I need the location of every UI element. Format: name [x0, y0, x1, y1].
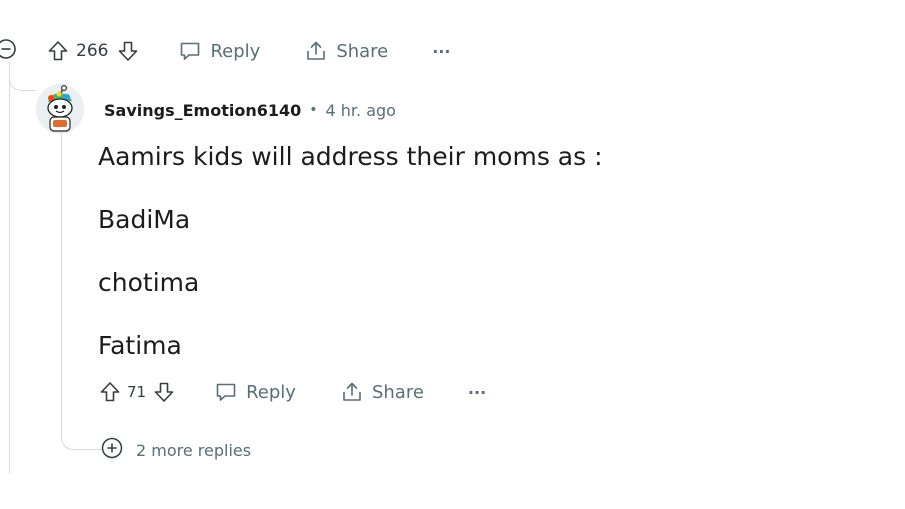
- parent-more-button[interactable]: ···: [432, 42, 450, 61]
- more-replies-button[interactable]: 2 more replies: [100, 436, 251, 464]
- parent-share-button[interactable]: Share: [304, 39, 388, 63]
- comment-score: 71: [127, 383, 147, 401]
- comment-line: chotima: [98, 268, 200, 297]
- meta-separator: •: [309, 102, 318, 118]
- parent-action-bar: 266 Reply Share ···: [46, 37, 451, 65]
- downvote-arrow-icon[interactable]: [152, 380, 176, 404]
- comment-vote-group: 71: [98, 380, 176, 404]
- downvote-arrow-icon[interactable]: [116, 39, 140, 63]
- parent-vote-group: 266: [46, 39, 140, 63]
- expand-plus-icon: [100, 436, 124, 464]
- speech-bubble-icon: [214, 380, 238, 404]
- comment-share-label: Share: [371, 381, 424, 403]
- comment-more-button[interactable]: ···: [468, 383, 486, 402]
- comment-line: Aamirs kids will address their moms as :: [98, 142, 603, 171]
- comment-reply-label: Reply: [246, 381, 296, 403]
- share-upload-icon: [304, 39, 328, 63]
- comment-line: BadiMa: [98, 205, 191, 234]
- thread-connector: [9, 70, 36, 91]
- parent-reply-label: Reply: [210, 40, 261, 62]
- upvote-arrow-icon[interactable]: [46, 39, 70, 63]
- comment-body: Aamirs kids will address their moms as :…: [98, 142, 603, 394]
- collapse-minus-icon[interactable]: [0, 37, 18, 65]
- author-username[interactable]: Savings_Emotion6140: [104, 101, 301, 120]
- comment-header: Savings_Emotion6140 • 4 hr. ago: [104, 98, 396, 122]
- parent-thread-line[interactable]: [9, 62, 10, 474]
- parent-reply-button[interactable]: Reply: [178, 39, 260, 63]
- upvote-arrow-icon[interactable]: [98, 380, 122, 404]
- comment-thread-line[interactable]: [61, 134, 62, 434]
- more-replies-connector: [61, 430, 102, 450]
- speech-bubble-icon: [178, 39, 202, 63]
- more-replies-label: 2 more replies: [136, 440, 252, 460]
- parent-score: 266: [76, 41, 109, 61]
- avatar[interactable]: [36, 84, 84, 134]
- comment-line: Fatima: [98, 331, 182, 360]
- parent-share-label: Share: [336, 40, 389, 62]
- comment-reply-button[interactable]: Reply: [214, 380, 296, 404]
- share-upload-icon: [340, 380, 364, 404]
- ellipsis-icon: ···: [432, 41, 451, 61]
- comment-action-bar: 71 Reply Share ···: [98, 378, 486, 406]
- ellipsis-icon: ···: [467, 382, 487, 402]
- comment-share-button[interactable]: Share: [340, 380, 424, 404]
- comment-timestamp[interactable]: 4 hr. ago: [326, 101, 396, 120]
